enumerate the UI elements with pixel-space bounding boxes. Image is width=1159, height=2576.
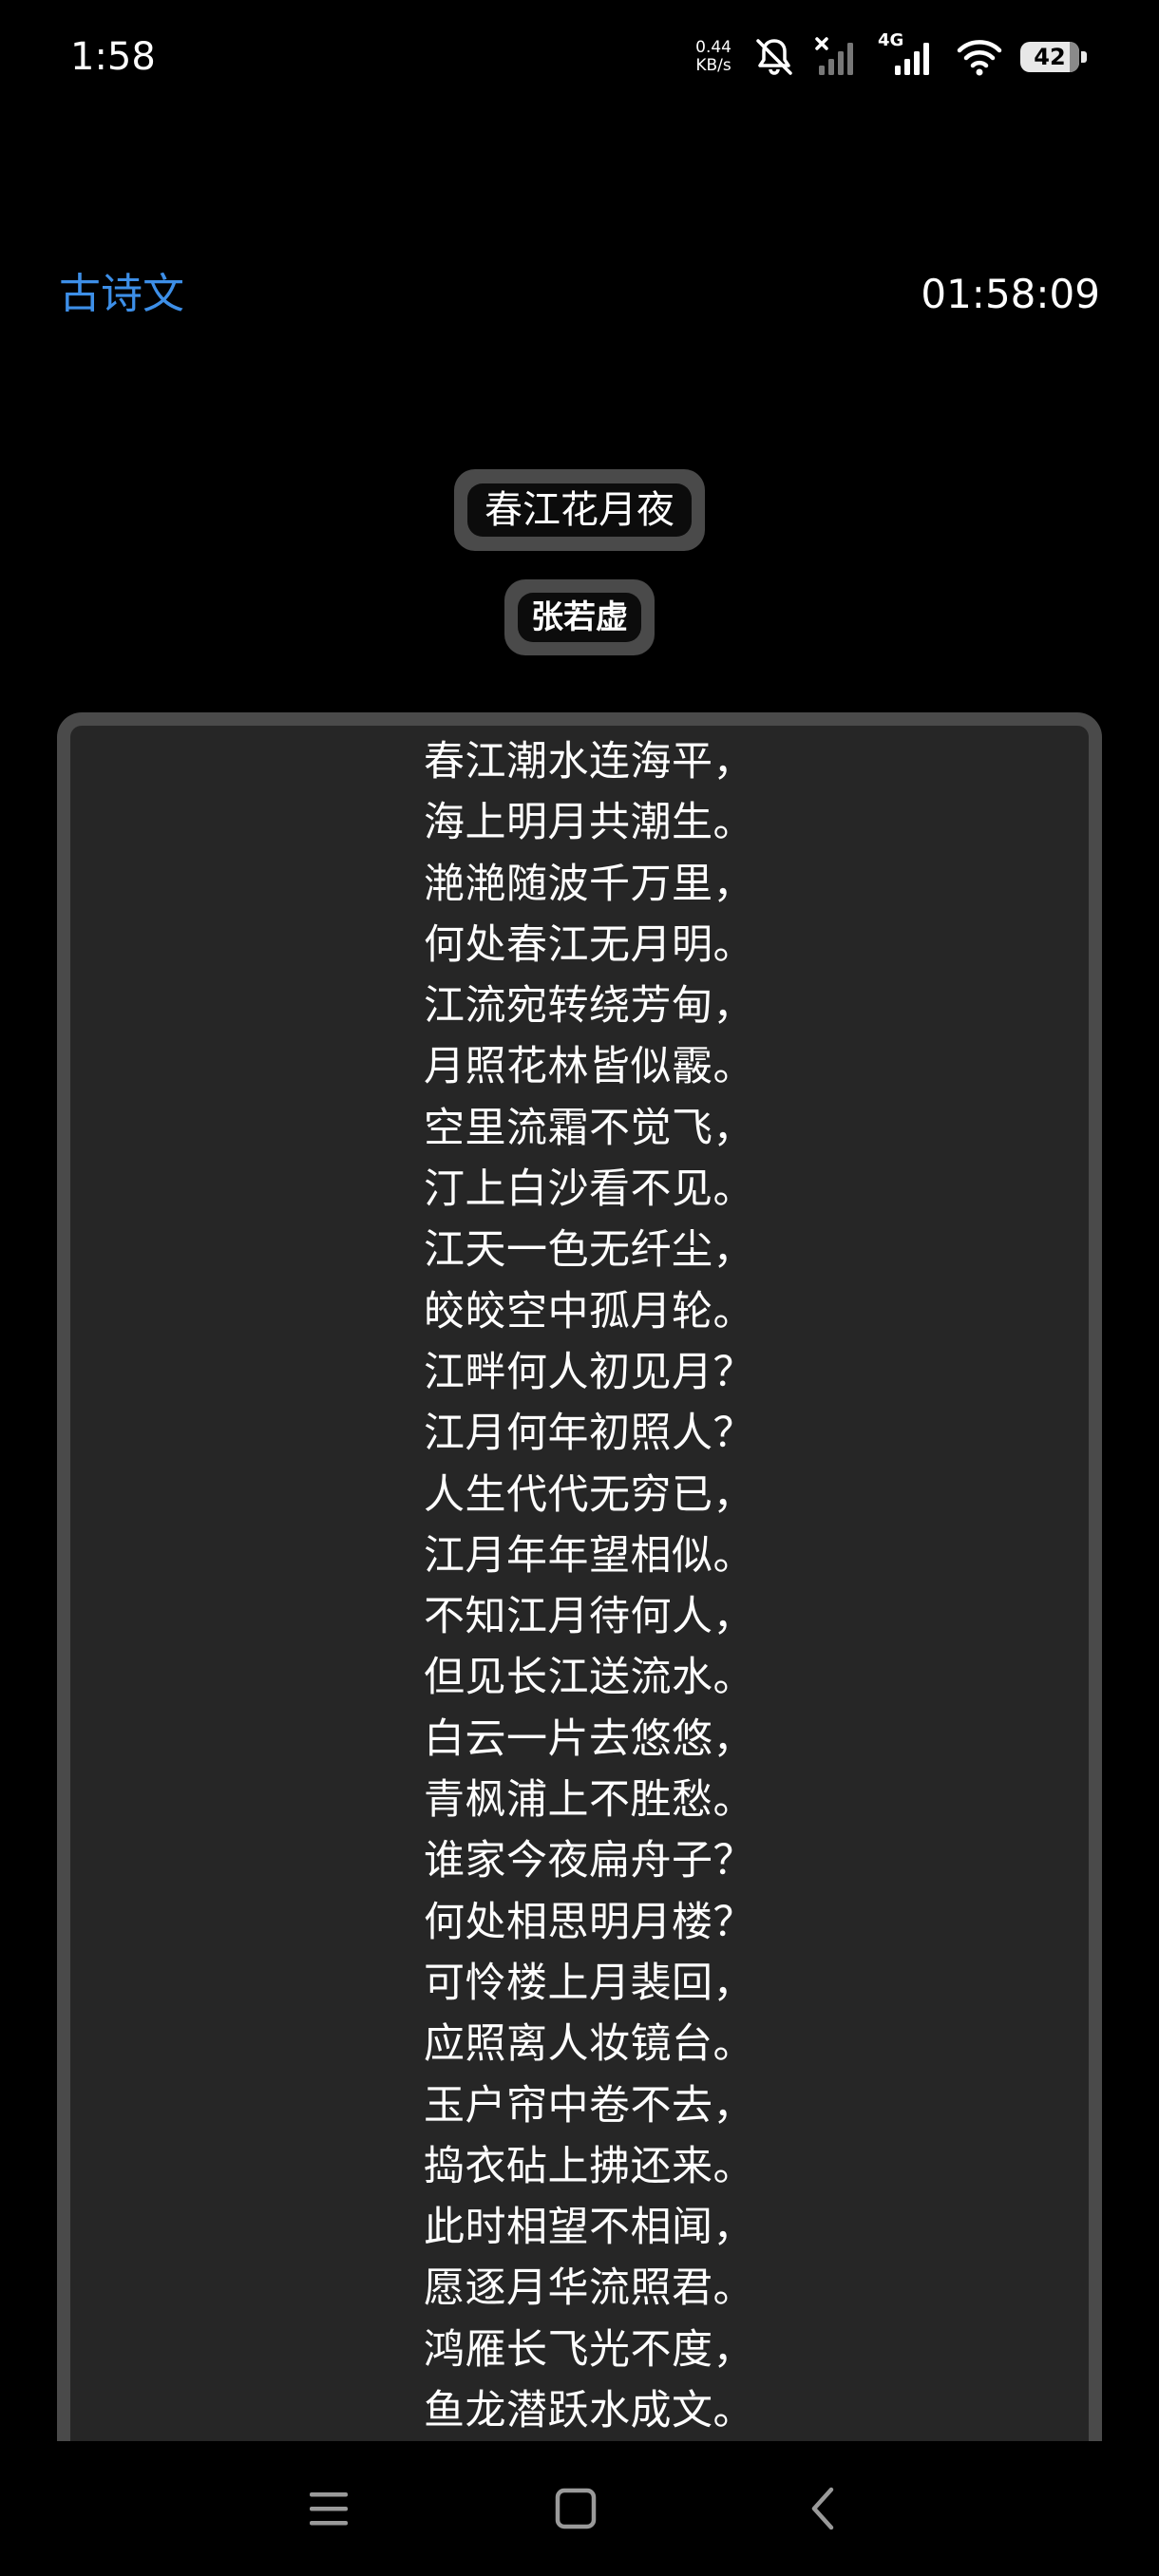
status-bar: 1:58 0.44 KB/s 4G 42 <box>0 0 1159 114</box>
menu-icon <box>310 2492 348 2526</box>
network-speed: 0.44 KB/s <box>695 39 732 75</box>
poem-line: 鱼龙潜跃水成文。 <box>424 2387 754 2435</box>
poem-line: 何处春江无月明。 <box>424 920 754 969</box>
status-time: 1:58 <box>70 35 156 79</box>
poem-line: 江月年年望相似。 <box>424 1531 754 1580</box>
poem-line: 应照离人妆镜台。 <box>424 2020 754 2069</box>
poem-line: 白云一片去悠悠， <box>424 1714 754 1763</box>
network-speed-unit: KB/s <box>695 56 732 75</box>
poem-line: 春江潮水连海平， <box>424 738 754 786</box>
poem-line: 青枫浦上不胜愁。 <box>424 1776 754 1825</box>
poem-line: 鸿雁长飞光不度， <box>424 2325 754 2374</box>
poem-line: 不知江月待何人， <box>424 1593 754 1641</box>
poem-line: 江流宛转绕芳甸， <box>424 982 754 1031</box>
poem-line: 人生代代无穷已， <box>424 1470 754 1519</box>
status-icons: 0.44 KB/s 4G 42 <box>695 28 1087 85</box>
poem-line: 玉户帘中卷不去， <box>424 2081 754 2130</box>
poem-line: 捣衣砧上拂还来。 <box>424 2142 754 2190</box>
poem-lines: 春江潮水连海平， 海上明月共潮生。 滟滟随波千万里， 何处春江无月明。 江流宛转绕芳甸，… <box>424 731 754 2441</box>
app-title[interactable]: 古诗文 <box>59 268 184 321</box>
wifi-icon <box>956 35 1003 79</box>
poem-author-box: 张若虚 <box>504 579 655 655</box>
battery-icon: 42 <box>1020 39 1087 75</box>
poem-line: 月照花林皆似霰。 <box>424 1043 754 1091</box>
poem-line: 谁家今夜扁舟子？ <box>424 1837 754 1885</box>
home-button[interactable] <box>542 2475 609 2542</box>
menu-button[interactable] <box>295 2475 362 2542</box>
signal-sim1-icon <box>813 35 861 79</box>
battery-level: 42 <box>1034 44 1066 70</box>
poem-line: 但见长江送流水。 <box>424 1654 754 1702</box>
clock: 01:58:09 <box>921 271 1100 317</box>
signal-sim2-icon: 4G <box>878 31 939 79</box>
poem-line: 愿逐月华流照君。 <box>424 2264 754 2313</box>
poem-line: 江天一色无纤尘， <box>424 1226 754 1275</box>
poem-line: 滟滟随波千万里， <box>424 860 754 908</box>
poem-line: 海上明月共潮生。 <box>424 799 754 847</box>
network-speed-value: 0.44 <box>695 38 732 57</box>
poem-line: 江畔何人初见月？ <box>424 1348 754 1396</box>
poem-line: 汀上白沙看不见。 <box>424 1165 754 1214</box>
poem-title-box: 春江花月夜 <box>454 469 705 551</box>
poem-line: 何处相思明月楼？ <box>424 1898 754 1946</box>
poem-line: 空里流霜不觉飞， <box>424 1104 754 1152</box>
poem-line: 江月何年初照人？ <box>424 1410 754 1458</box>
poem-line: 此时相望不相闻， <box>424 2204 754 2252</box>
poem-content-card[interactable]: 春江潮水连海平， 海上明月共潮生。 滟滟随波千万里， 何处春江无月明。 江流宛转绕芳甸，… <box>57 712 1102 2441</box>
poem-title: 春江花月夜 <box>467 483 692 537</box>
home-icon <box>555 2488 597 2529</box>
poem-line: 皎皎空中孤月轮。 <box>424 1287 754 1335</box>
navigation-bar <box>0 2441 1159 2576</box>
back-button[interactable] <box>790 2475 857 2542</box>
poem-author: 张若虚 <box>518 593 641 642</box>
poem-line: 可怜楼上月裴回， <box>424 1959 754 2007</box>
mute-icon <box>752 35 796 79</box>
back-icon <box>811 2487 834 2530</box>
